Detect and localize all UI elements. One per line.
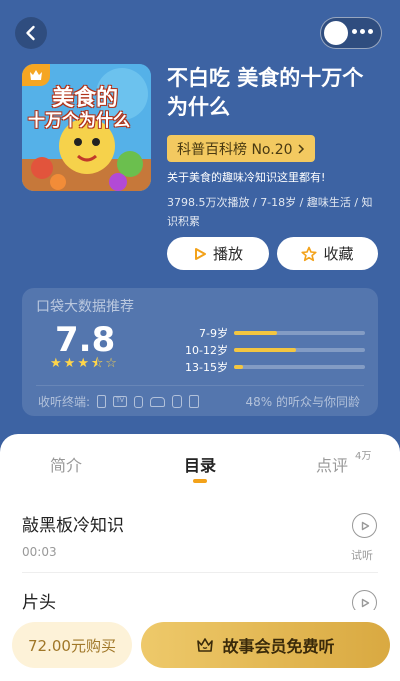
same-age-stat: 48% 的听众与你同龄: [245, 395, 361, 409]
play-icon: [361, 598, 369, 607]
star-full-icon: ★: [77, 356, 89, 371]
age-label: 10-12岁: [185, 344, 228, 357]
episode-duration: 00:03: [22, 545, 57, 559]
speaker-icon: [172, 395, 183, 408]
play-icon: [194, 247, 206, 260]
crown-icon: [30, 70, 42, 80]
more-options-pill[interactable]: [320, 17, 382, 49]
data-card-title: 口袋大数据推荐: [36, 299, 134, 315]
rank-badge[interactable]: 科普百科榜 No.20: [167, 135, 315, 162]
tab-intro[interactable]: 简介: [50, 452, 82, 476]
crown-icon: [197, 638, 214, 652]
age-bar-fill: [234, 348, 296, 352]
age-bar-track: [234, 331, 365, 335]
chevron-right-icon: [297, 143, 304, 154]
trial-label: 试听: [351, 549, 373, 562]
episode-play-button[interactable]: [352, 513, 377, 538]
age-label: 13-15岁: [185, 361, 228, 374]
phone-icon: [97, 395, 107, 408]
play-button[interactable]: 播放: [167, 237, 269, 270]
age-distribution-row: 10-12岁: [170, 343, 365, 357]
favorite-label: 收藏: [323, 245, 354, 263]
cover-title-line2: 十万个为什么: [28, 111, 130, 131]
favorite-button[interactable]: 收藏: [277, 237, 378, 270]
watch-icon: [134, 395, 144, 408]
album-meta: 3798.5万次播放 / 7-18岁 / 趣味生活 / 知识积累: [167, 196, 373, 228]
list-divider: [22, 572, 378, 573]
back-button[interactable]: [15, 17, 47, 49]
tab-indicator: [193, 479, 207, 483]
album-description: 关于美食的趣味冷知识这里都有!: [167, 171, 326, 184]
tab-reviews[interactable]: 点评: [316, 452, 348, 476]
listening-terminals: 收听终端: TV: [38, 393, 200, 410]
cover-badge: [22, 64, 50, 86]
star-empty-icon: ☆: [105, 356, 117, 371]
more-dots-icon[interactable]: [352, 29, 373, 34]
album-cover: 美食的 十万个为什么: [22, 64, 151, 191]
buy-button[interactable]: 72.00元购买: [12, 622, 132, 668]
episode-title: 敲黑板冷知识: [22, 516, 124, 536]
vip-label: 故事会员免费听: [222, 637, 335, 656]
tablet-icon: [189, 395, 200, 408]
rating-score: 7.8: [55, 320, 116, 360]
age-label: 7-9岁: [199, 327, 228, 340]
star-full-icon: ★: [50, 356, 62, 371]
star-icon: [301, 246, 318, 261]
age-distribution-row: 13-15岁: [170, 360, 365, 374]
age-bar-fill: [234, 365, 244, 369]
age-bar-track: [234, 365, 365, 369]
age-bar-fill: [234, 331, 278, 335]
list-item[interactable]: 敲黑板冷知识 00:03 试听: [0, 511, 400, 586]
reviews-count: 4万: [355, 451, 372, 462]
tv-icon: TV: [113, 396, 128, 407]
vip-listen-button[interactable]: 故事会员免费听: [141, 622, 390, 668]
rating-stars: ★ ★ ★ ⯪ ☆: [50, 357, 117, 370]
age-distribution-row: 7-9岁: [170, 326, 365, 340]
star-half-icon: ⯪: [90, 356, 104, 371]
rank-label: 科普百科榜 No.20: [177, 141, 293, 158]
car-icon: [150, 396, 166, 407]
toggle-knob[interactable]: [324, 21, 348, 45]
age-bar-track: [234, 348, 365, 352]
data-card-divider: [36, 385, 364, 386]
album-title: 不白吃 美食的十万个为什么: [167, 66, 364, 119]
play-label: 播放: [212, 245, 243, 263]
chevron-left-icon: [26, 25, 35, 41]
star-full-icon: ★: [63, 356, 76, 371]
tab-catalog[interactable]: 目录: [184, 452, 216, 476]
terminals-label: 收听终端:: [38, 395, 91, 409]
play-icon: [361, 521, 369, 530]
bottom-action-bar: 72.00元购买 故事会员免费听: [0, 610, 400, 681]
